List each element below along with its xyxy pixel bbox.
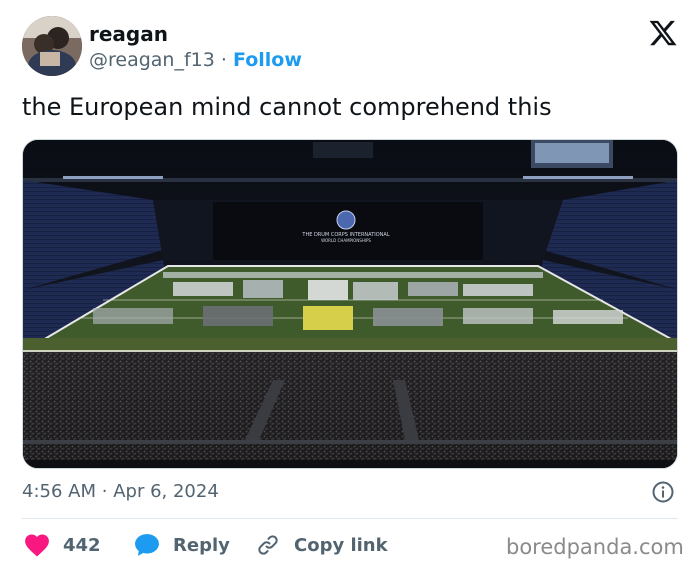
handle-row: @reagan_f13 · Follow [89, 49, 302, 71]
copy-link-button[interactable]: Copy link [256, 528, 388, 562]
display-name[interactable]: reagan [89, 22, 168, 46]
divider [22, 518, 678, 519]
timestamp-separator: · [101, 481, 108, 502]
tweet-text: the European mind cannot comprehend this [22, 93, 552, 121]
avatar[interactable] [22, 16, 82, 76]
tweet-photo[interactable]: THE DRUM CORPS INTERNATIONAL WORLD CHAMP… [22, 139, 678, 469]
info-icon[interactable] [651, 480, 675, 504]
reply-button[interactable]: Reply [134, 528, 230, 562]
tweet-date[interactable]: Apr 6, 2024 [113, 481, 219, 502]
user-handle[interactable]: @reagan_f13 [89, 49, 215, 71]
copy-link-label: Copy link [294, 534, 388, 556]
watermark: boredpanda.com [506, 535, 684, 559]
like-count: 442 [63, 534, 101, 556]
heart-icon [25, 534, 49, 557]
tweet-timestamp: 4:56 AM · Apr 6, 2024 [22, 481, 219, 502]
link-icon [258, 535, 278, 555]
banner-subtext: WORLD CHAMPIONSHIPS [321, 238, 371, 243]
x-logo-icon[interactable] [648, 18, 678, 48]
speech-bubble-icon [135, 534, 159, 556]
tweet-time[interactable]: 4:56 AM [22, 481, 96, 502]
follow-button[interactable]: Follow [233, 49, 302, 71]
like-button[interactable]: 442 [24, 528, 101, 562]
tweet-header: reagan @reagan_f13 · Follow [22, 16, 682, 78]
reply-label: Reply [173, 534, 230, 556]
separator: · [220, 49, 227, 71]
